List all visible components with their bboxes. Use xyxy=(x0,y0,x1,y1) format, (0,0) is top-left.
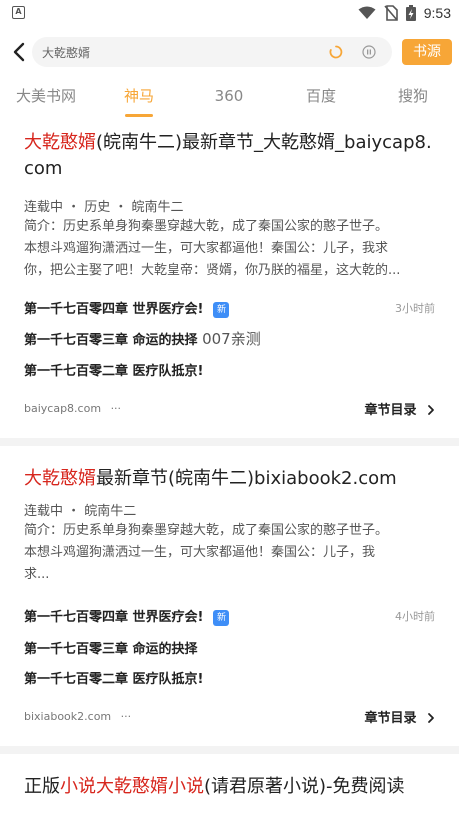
catalog-label: 章节目录 xyxy=(364,711,417,726)
chapter-title: 第一千七百零三章 命运的抉择 xyxy=(24,333,198,348)
chapter-item[interactable]: 第一千七百零四章 世界医疗会! 新 xyxy=(24,606,230,626)
update-time: 3小时前 xyxy=(395,302,435,315)
tab-damei[interactable]: 大美书网 xyxy=(11,84,81,108)
chapter-item[interactable]: 第一千七百零三章 命运的抉择 007亲测 xyxy=(24,328,261,349)
chapter-title: 第一千七百零四章 世界医疗会! xyxy=(24,610,204,625)
summary-line: 本想斗鸡遛狗潇洒过一生，可大家都逼他！秦国公：儿子，我求 xyxy=(24,241,389,256)
result-title[interactable]: 正版小说大乾憨婿小说(请君原著小说)-免费阅读 xyxy=(24,774,436,800)
result-summary: 简介：历史系单身狗秦墨穿越大乾，成了秦国公家的憨子世子。 本想斗鸡遛狗潇洒过一生… xyxy=(24,216,436,282)
chevron-right-icon xyxy=(428,713,434,723)
title-text: (皖南牛二)最新章节_大乾憨婿_baiycap8. xyxy=(96,132,432,153)
app-notification-icon: A xyxy=(12,6,25,19)
search-result-card[interactable]: 大乾憨婿(皖南牛二)最新章节_大乾憨婿_baiycap8. com 连载中 ・ … xyxy=(0,120,459,438)
chapter-catalog-link[interactable]: 章节目录 xyxy=(364,399,435,418)
title-text: (请君原著小说)-免费阅读 xyxy=(204,776,405,797)
more-icon[interactable]: ··· xyxy=(111,402,122,415)
loading-spinner-icon xyxy=(329,45,343,59)
search-query: 大乾憨婿 xyxy=(42,46,91,60)
summary-line: 你，把公主娶了吧！大乾皇帝：贤婿，你乃朕的福星，这大乾的... xyxy=(24,263,401,278)
title-highlight: 大乾憨婿 xyxy=(24,468,96,489)
back-arrow-icon[interactable] xyxy=(6,38,34,66)
chapter-title: 第一千七百零四章 世界医疗会! xyxy=(24,302,204,317)
search-result-card[interactable]: 大乾憨婿最新章节(皖南牛二)bixiabook2.com 连载中 ・ 皖南牛二 … xyxy=(0,446,459,746)
wifi-icon xyxy=(358,6,376,19)
title-highlight: 小说大乾憨婿小说 xyxy=(60,776,204,797)
status-bar: A 9:53 xyxy=(0,0,459,26)
result-source: bixiabook2.com ··· xyxy=(24,710,131,723)
summary-line: 求... xyxy=(24,567,50,582)
update-time: 4小时前 xyxy=(395,610,435,623)
result-meta: 连载中 ・ 皖南牛二 xyxy=(24,504,137,519)
summary-line: 简介：历史系单身狗秦墨穿越大乾，成了秦国公家的憨子世子。 xyxy=(24,523,389,538)
active-tab-indicator xyxy=(125,114,153,117)
search-row: 大乾憨婿 书源 xyxy=(0,34,459,70)
new-badge: 新 xyxy=(213,609,230,626)
source-tabs: 大美书网 神马 360 百度 搜狗 xyxy=(0,84,459,120)
no-sim-icon xyxy=(384,5,398,21)
source-domain: baiycap8.com xyxy=(24,402,102,415)
title-text: 正版 xyxy=(24,776,60,797)
source-domain: bixiabook2.com xyxy=(24,710,112,723)
status-icons: 9:53 xyxy=(358,4,451,22)
chapter-catalog-link[interactable]: 章节目录 xyxy=(364,707,435,726)
result-title[interactable]: 大乾憨婿最新章节(皖南牛二)bixiabook2.com xyxy=(24,466,436,492)
card-separator xyxy=(0,746,459,754)
card-separator xyxy=(0,438,459,446)
chapter-item[interactable]: 第一千七百零二章 医疗队抵京! xyxy=(24,668,203,687)
result-title[interactable]: 大乾憨婿(皖南牛二)最新章节_大乾憨婿_baiycap8. com xyxy=(24,130,436,182)
summary-line: 简介：历史系单身狗秦墨穿越大乾，成了秦国公家的憨子世子。 xyxy=(24,219,389,234)
new-badge: 新 xyxy=(213,301,230,318)
tab-baidu[interactable]: 百度 xyxy=(286,84,356,108)
status-time: 9:53 xyxy=(423,5,451,21)
chapter-item[interactable]: 第一千七百零四章 世界医疗会! 新 xyxy=(24,298,230,318)
tab-360[interactable]: 360 xyxy=(194,84,264,108)
more-icon[interactable]: ··· xyxy=(121,710,132,723)
book-source-button[interactable]: 书源 xyxy=(402,39,452,65)
search-result-card[interactable]: 正版小说大乾憨婿小说(请君原著小说)-免费阅读 xyxy=(0,754,459,816)
search-input[interactable]: 大乾憨婿 xyxy=(32,37,392,67)
chapter-extra-text: 007亲测 xyxy=(202,330,261,348)
title-text-cont: com xyxy=(24,158,63,179)
summary-line: 本想斗鸡遛狗潇洒过一生，可大家都逼他！秦国公：儿子，我 xyxy=(24,545,376,560)
result-source: baiycap8.com ··· xyxy=(24,402,121,415)
title-highlight: 大乾憨婿 xyxy=(24,132,96,153)
tab-shenma[interactable]: 神马 xyxy=(104,84,174,108)
result-meta: 连载中 ・ 历史 ・ 皖南牛二 xyxy=(24,200,184,215)
chevron-right-icon xyxy=(428,405,434,415)
chapter-item[interactable]: 第一千七百零三章 命运的抉择 xyxy=(24,638,198,657)
pause-icon[interactable] xyxy=(362,45,376,59)
battery-charging-icon xyxy=(405,5,416,21)
tab-sogou[interactable]: 搜狗 xyxy=(378,84,448,108)
result-summary: 简介：历史系单身狗秦墨穿越大乾，成了秦国公家的憨子世子。 本想斗鸡遛狗潇洒过一生… xyxy=(24,520,436,586)
chapter-item[interactable]: 第一千七百零二章 医疗队抵京! xyxy=(24,360,203,379)
catalog-label: 章节目录 xyxy=(364,403,417,418)
title-text: 最新章节(皖南牛二)bixiabook2.com xyxy=(96,468,397,489)
